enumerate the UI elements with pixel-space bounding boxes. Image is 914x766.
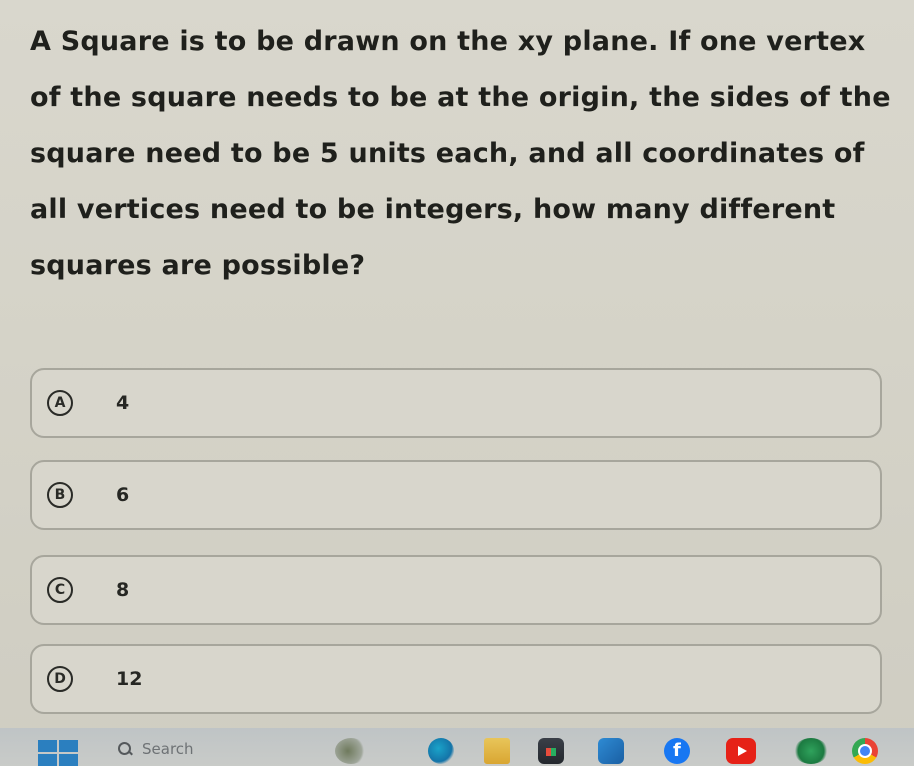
option-c[interactable]: C 8 <box>30 555 882 625</box>
taskbar: Search <box>0 728 914 766</box>
windows-start-icon[interactable] <box>38 740 78 766</box>
game-icon[interactable] <box>794 738 828 764</box>
start-tile <box>38 754 57 766</box>
start-tile <box>59 754 78 766</box>
question-text: A Square is to be drawn on the xy plane.… <box>30 26 891 281</box>
file-explorer-icon[interactable] <box>484 738 510 764</box>
widgets-icon[interactable] <box>335 738 367 764</box>
facebook-icon[interactable] <box>664 738 690 764</box>
option-a[interactable]: A 4 <box>30 368 882 438</box>
answer-options: A 4 B 6 C 8 D 12 <box>30 368 882 739</box>
chrome-icon[interactable] <box>852 738 878 764</box>
option-letter-d: D <box>47 666 73 692</box>
search-icon <box>118 742 132 756</box>
option-value-a: 4 <box>116 392 130 414</box>
edge-icon[interactable] <box>428 738 454 764</box>
option-letter-b: B <box>47 482 73 508</box>
start-tile <box>38 740 57 752</box>
option-letter-c: C <box>47 577 73 603</box>
store-icon[interactable] <box>538 738 564 764</box>
photos-icon[interactable] <box>598 738 624 764</box>
option-d[interactable]: D 12 <box>30 644 882 714</box>
option-value-b: 6 <box>116 484 130 506</box>
option-letter-a: A <box>47 390 73 416</box>
option-value-d: 12 <box>116 668 143 690</box>
search-label: Search <box>142 740 194 758</box>
youtube-icon[interactable] <box>726 738 756 764</box>
option-b[interactable]: B 6 <box>30 460 882 530</box>
taskbar-search[interactable]: Search <box>118 736 194 762</box>
option-value-c: 8 <box>116 579 130 601</box>
start-tile <box>59 740 78 752</box>
